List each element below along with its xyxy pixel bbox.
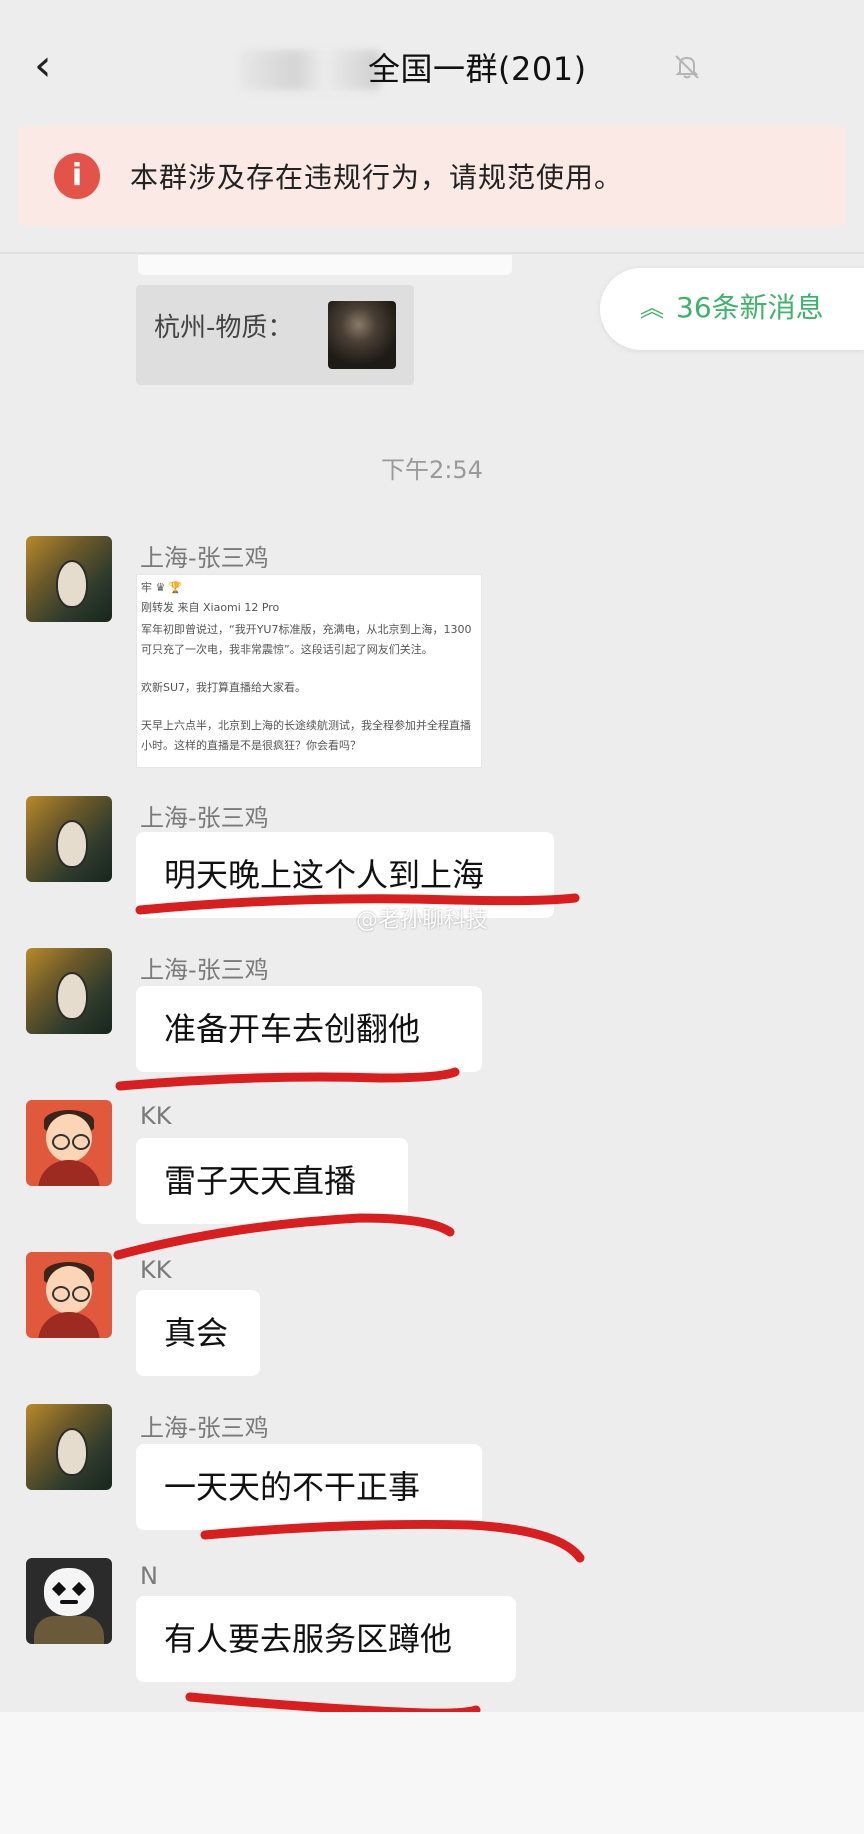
red-underline-stroke xyxy=(113,1213,455,1260)
red-underline-stroke xyxy=(185,1692,481,1718)
red-underline-stroke xyxy=(115,1067,460,1091)
input-bar-area[interactable] xyxy=(0,1712,864,1834)
watermark: @老孙聊科技 xyxy=(356,908,489,933)
red-underline-stroke xyxy=(200,1519,585,1563)
